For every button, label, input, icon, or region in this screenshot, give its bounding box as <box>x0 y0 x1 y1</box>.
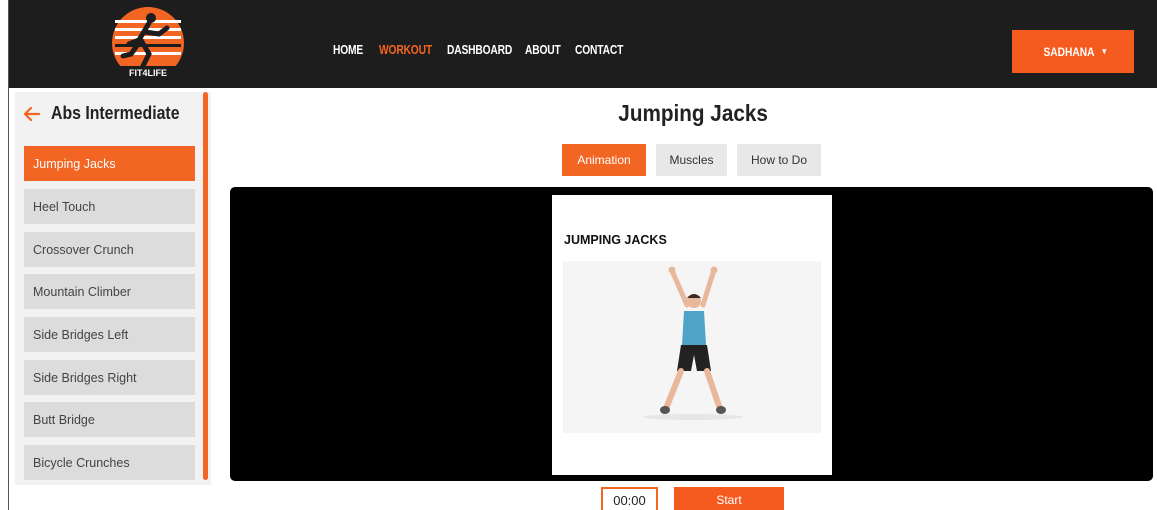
nav-links: HOME WORKOUT DASHBOARD ABOUT CONTACT <box>333 43 635 57</box>
start-button[interactable]: Start <box>674 487 784 510</box>
sidebar-scrollbar[interactable] <box>203 92 208 480</box>
nav-contact[interactable]: CONTACT <box>575 43 627 57</box>
nav-home[interactable]: HOME <box>333 43 374 57</box>
tab-animation[interactable]: Animation <box>562 144 646 176</box>
navbar: FIT4LIFE HOME WORKOUT DASHBOARD ABOUT CO… <box>9 0 1157 88</box>
user-menu-button[interactable]: SADHANA ▾ <box>1012 30 1134 73</box>
exercise-item-bicycle-crunches[interactable]: Bicycle Crunches <box>24 445 195 480</box>
exercise-title-text: Jumping Jacks <box>618 100 769 126</box>
exercise-item-butt-bridge[interactable]: Butt Bridge <box>24 402 195 437</box>
logo-text: FIT4LIFE <box>129 68 167 78</box>
nav-dashboard[interactable]: DASHBOARD <box>447 43 514 57</box>
tab-muscles[interactable]: Muscles <box>656 144 727 176</box>
chevron-down-icon: ▾ <box>1102 46 1107 56</box>
exercise-item-side-bridges-left[interactable]: Side Bridges Left <box>24 317 195 352</box>
nav-workout[interactable]: WORKOUT <box>379 43 438 57</box>
user-name: SADHANA <box>1043 44 1095 59</box>
page: FIT4LIFE HOME WORKOUT DASHBOARD ABOUT CO… <box>8 0 1157 510</box>
timer-display: 00:00 <box>601 487 658 510</box>
fit4life-logo[interactable]: FIT4LIFE <box>109 4 187 82</box>
exercise-item-side-bridges-right[interactable]: Side Bridges Right <box>24 360 195 395</box>
tab-how-to-do[interactable]: How to Do <box>737 144 821 176</box>
exercise-item-mountain-climber[interactable]: Mountain Climber <box>24 274 195 309</box>
exercise-item-heel-touch[interactable]: Heel Touch <box>24 189 195 224</box>
exercise-tabs: Animation Muscles How to Do <box>562 144 821 176</box>
exercise-item-crossover-crunch[interactable]: Crossover Crunch <box>24 232 195 267</box>
exercise-title: Jumping Jacks <box>9 100 1157 127</box>
exercise-item-jumping-jacks[interactable]: Jumping Jacks <box>24 146 195 181</box>
nav-about[interactable]: ABOUT <box>525 43 569 57</box>
exercise-illustration <box>563 261 821 433</box>
animation-card-title: JUMPING JACKS <box>564 233 667 247</box>
animation-card: JUMPING JACKS <box>552 195 832 475</box>
